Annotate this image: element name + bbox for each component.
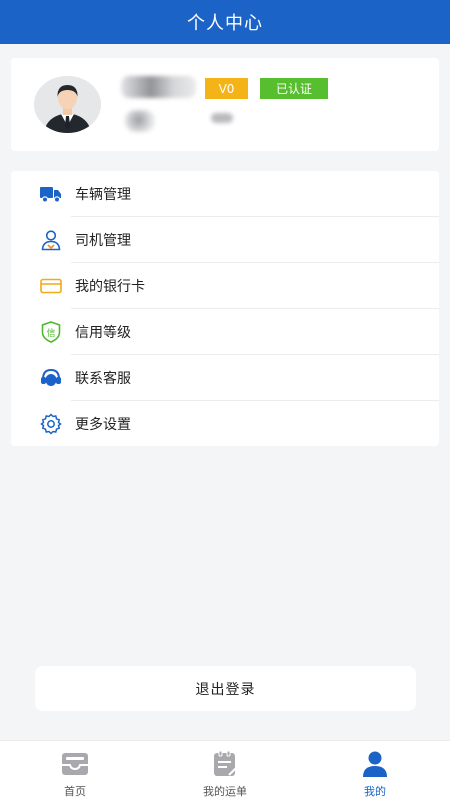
tab-label: 我的: [364, 785, 386, 798]
menu-item-label: 我的银行卡: [75, 279, 145, 295]
menu-item-bank-card[interactable]: 我的银行卡: [11, 263, 439, 309]
logout-button[interactable]: 退出登录: [35, 666, 416, 711]
avatar[interactable]: [34, 76, 101, 133]
menu-item-label: 信用等级: [75, 325, 131, 341]
tab-label: 首页: [64, 785, 86, 798]
driver-icon: [40, 229, 62, 251]
menu-item-customer-service[interactable]: 联系客服: [11, 355, 439, 401]
headset-icon: [40, 367, 62, 389]
menu-item-credit-level[interactable]: 信 信用等级: [11, 309, 439, 355]
svg-text:信: 信: [46, 327, 55, 339]
username-blurred: [121, 76, 196, 98]
waybill-icon: [211, 750, 239, 778]
bank-card-icon: [40, 275, 62, 297]
inbox-icon: [61, 750, 89, 778]
credit-shield-icon: 信: [40, 321, 62, 343]
user-detail-blurred-2: [211, 113, 233, 123]
menu-item-more-settings[interactable]: 更多设置: [11, 401, 439, 447]
page-header: 个人中心: [0, 0, 450, 44]
menu-item-vehicle-management[interactable]: 车辆管理: [11, 171, 439, 217]
tab-label: 我的运单: [203, 785, 247, 798]
menu-item-label: 司机管理: [75, 233, 131, 249]
user-detail-blurred: [125, 110, 155, 132]
user-icon: [361, 750, 389, 778]
truck-icon: [40, 183, 62, 205]
page-title: 个人中心: [187, 13, 263, 34]
bottom-tab-bar: 首页 我的运单 我的: [0, 740, 450, 800]
tab-my-waybills[interactable]: 我的运单: [175, 741, 275, 800]
tab-home[interactable]: 首页: [25, 741, 125, 800]
gear-icon: [40, 413, 62, 435]
menu-item-label: 联系客服: [75, 371, 131, 387]
menu-item-driver-management[interactable]: 司机管理: [11, 217, 439, 263]
menu-item-label: 车辆管理: [75, 187, 131, 203]
menu-list: 车辆管理 司机管理 我的银行卡 信 信用等级 联系客服 更多设置: [11, 171, 439, 446]
level-badge: V0: [205, 78, 248, 99]
profile-card[interactable]: V0 已认证: [11, 58, 439, 151]
logout-label: 退出登录: [195, 681, 256, 698]
tab-mine[interactable]: 我的: [325, 741, 425, 800]
verified-badge: 已认证: [260, 78, 328, 99]
menu-item-label: 更多设置: [75, 417, 131, 433]
